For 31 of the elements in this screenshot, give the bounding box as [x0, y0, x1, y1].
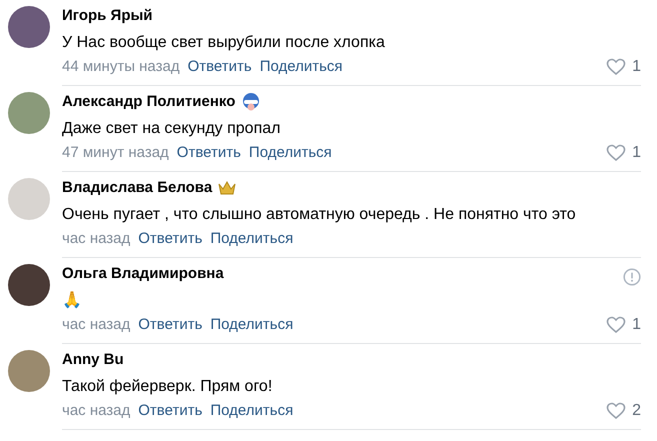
comment-text: Очень пугает , что слышно автоматную очередь . Не понятно что это: [62, 205, 577, 225]
heart-icon: [606, 144, 626, 162]
comment-text: У Нас вообще свет вырубили после хлопка: [62, 33, 386, 53]
author-name[interactable]: Владислава Белова: [62, 176, 212, 200]
reply-link[interactable]: Ответить: [176, 142, 241, 164]
author-name[interactable]: Anny Bu: [62, 348, 124, 372]
like-button[interactable]: 2: [606, 399, 641, 423]
author-name[interactable]: Игорь Ярый: [62, 4, 153, 28]
heart-icon: [606, 402, 626, 420]
heart-icon: [606, 316, 626, 334]
like-button[interactable]: 1: [606, 313, 641, 337]
share-link[interactable]: Поделиться: [248, 142, 332, 164]
exclamation-icon[interactable]: [623, 268, 641, 286]
comment-text: Даже свет на секунду пропал: [62, 119, 282, 139]
share-link[interactable]: Поделиться: [210, 228, 294, 250]
avatar[interactable]: [8, 6, 50, 48]
share-link[interactable]: Поделиться: [260, 56, 343, 78]
share-link[interactable]: Поделиться: [210, 400, 294, 422]
reply-link[interactable]: Ответить: [138, 400, 202, 422]
comment-text: 🙏: [62, 290, 83, 311]
heart-icon: [606, 58, 626, 76]
author-name[interactable]: Ольга Владимировна: [62, 262, 224, 286]
avatar[interactable]: [8, 264, 50, 306]
reply-link[interactable]: Ответить: [188, 56, 252, 78]
comment-text: Такой фейерверк. Прям ого!: [62, 377, 274, 397]
reply-link[interactable]: Ответить: [138, 228, 202, 250]
like-button[interactable]: 1: [606, 55, 641, 79]
author-name[interactable]: Александр Политиенко: [62, 90, 236, 114]
like-button[interactable]: 1: [606, 141, 641, 165]
share-link[interactable]: Поделиться: [210, 314, 294, 336]
reply-link[interactable]: Ответить: [138, 314, 202, 336]
